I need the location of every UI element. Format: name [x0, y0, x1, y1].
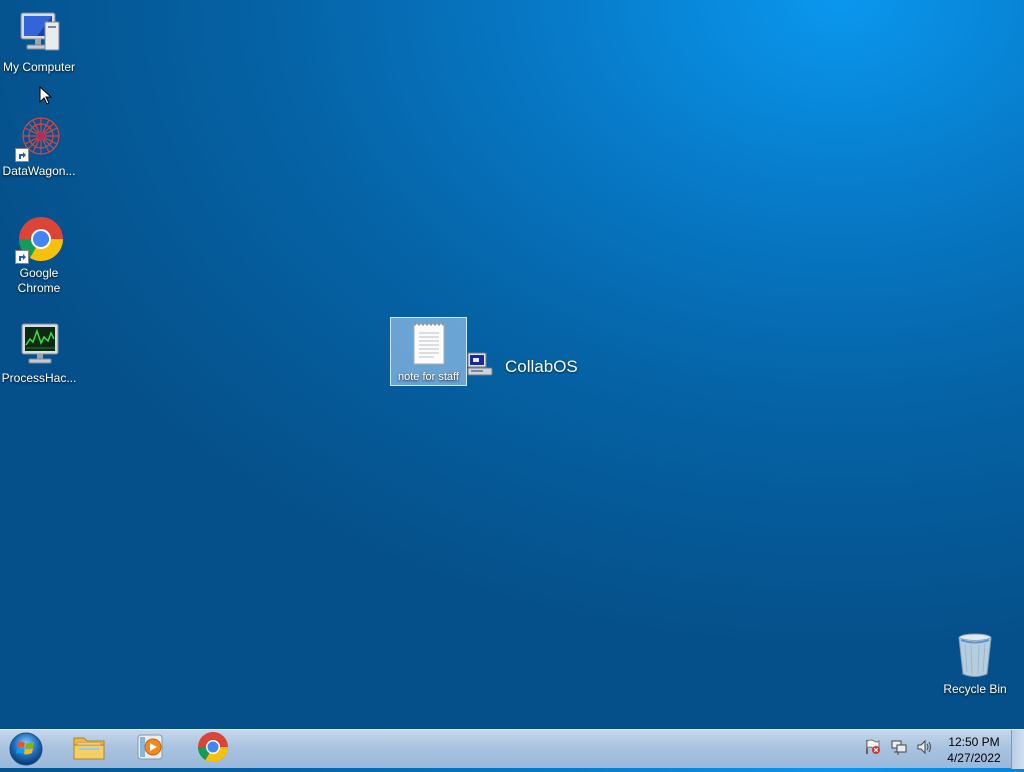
taskbar-google-chrome-button[interactable]	[196, 731, 230, 768]
recycle-bin-icon	[951, 632, 999, 680]
start-button[interactable]	[7, 731, 45, 767]
desktop-icon-label: My Computer	[2, 60, 76, 74]
desktop-icon-label: ProcessHac...	[1, 371, 77, 385]
action-center-flag-icon[interactable]	[864, 738, 882, 761]
clock-time: 12:50 PM	[948, 735, 1000, 749]
desktop-icon-google-chrome[interactable]: Google Chrome	[1, 216, 77, 296]
desktop-icon-label: note for staff	[398, 371, 459, 383]
desktop-icon-processhacker[interactable]: ProcessHac...	[1, 321, 77, 386]
media-player-icon	[136, 733, 166, 766]
system-tray	[864, 730, 934, 769]
desktop-icon-datawagon[interactable]: DataWagon...	[1, 114, 77, 179]
shortcut-arrow-icon	[15, 250, 29, 264]
mouse-cursor-icon	[39, 85, 53, 111]
taskbar-file-explorer-button[interactable]	[72, 733, 106, 765]
collabos-badge: CollabOS	[467, 351, 578, 382]
folder-icon	[73, 733, 105, 766]
computer-icon	[15, 10, 63, 58]
taskbar-clock[interactable]: 12:50 PM 4/27/2022	[938, 734, 1010, 766]
collabos-computer-icon	[467, 351, 493, 382]
desktop-icon-recycle-bin[interactable]: Recycle Bin	[937, 632, 1013, 697]
taskbar: 12:50 PM 4/27/2022	[0, 729, 1024, 769]
chrome-icon	[197, 731, 229, 768]
desktop-icon-label: Recycle Bin	[943, 682, 1007, 696]
process-hacker-icon	[15, 321, 63, 369]
desktop-icon-label: Google Chrome	[17, 266, 61, 295]
desktop[interactable]: My Computer DataWagon... Google Chrome P…	[0, 0, 1024, 729]
network-icon[interactable]	[890, 738, 908, 761]
clock-date: 4/27/2022	[947, 751, 1001, 765]
chrome-icon	[15, 216, 63, 264]
desktop-icon-my-computer[interactable]: My Computer	[1, 10, 77, 75]
text-document-icon	[412, 322, 446, 371]
shortcut-arrow-icon	[15, 148, 29, 162]
collabos-label: CollabOS	[505, 356, 578, 376]
volume-icon[interactable]	[916, 738, 934, 761]
desktop-icon-label: DataWagon...	[2, 164, 76, 178]
show-desktop-button[interactable]	[1011, 730, 1024, 769]
desktop-icon-note-for-staff[interactable]: note for staff	[390, 317, 467, 386]
taskbar-media-player-button[interactable]	[134, 733, 168, 765]
datawagon-icon	[15, 114, 63, 162]
